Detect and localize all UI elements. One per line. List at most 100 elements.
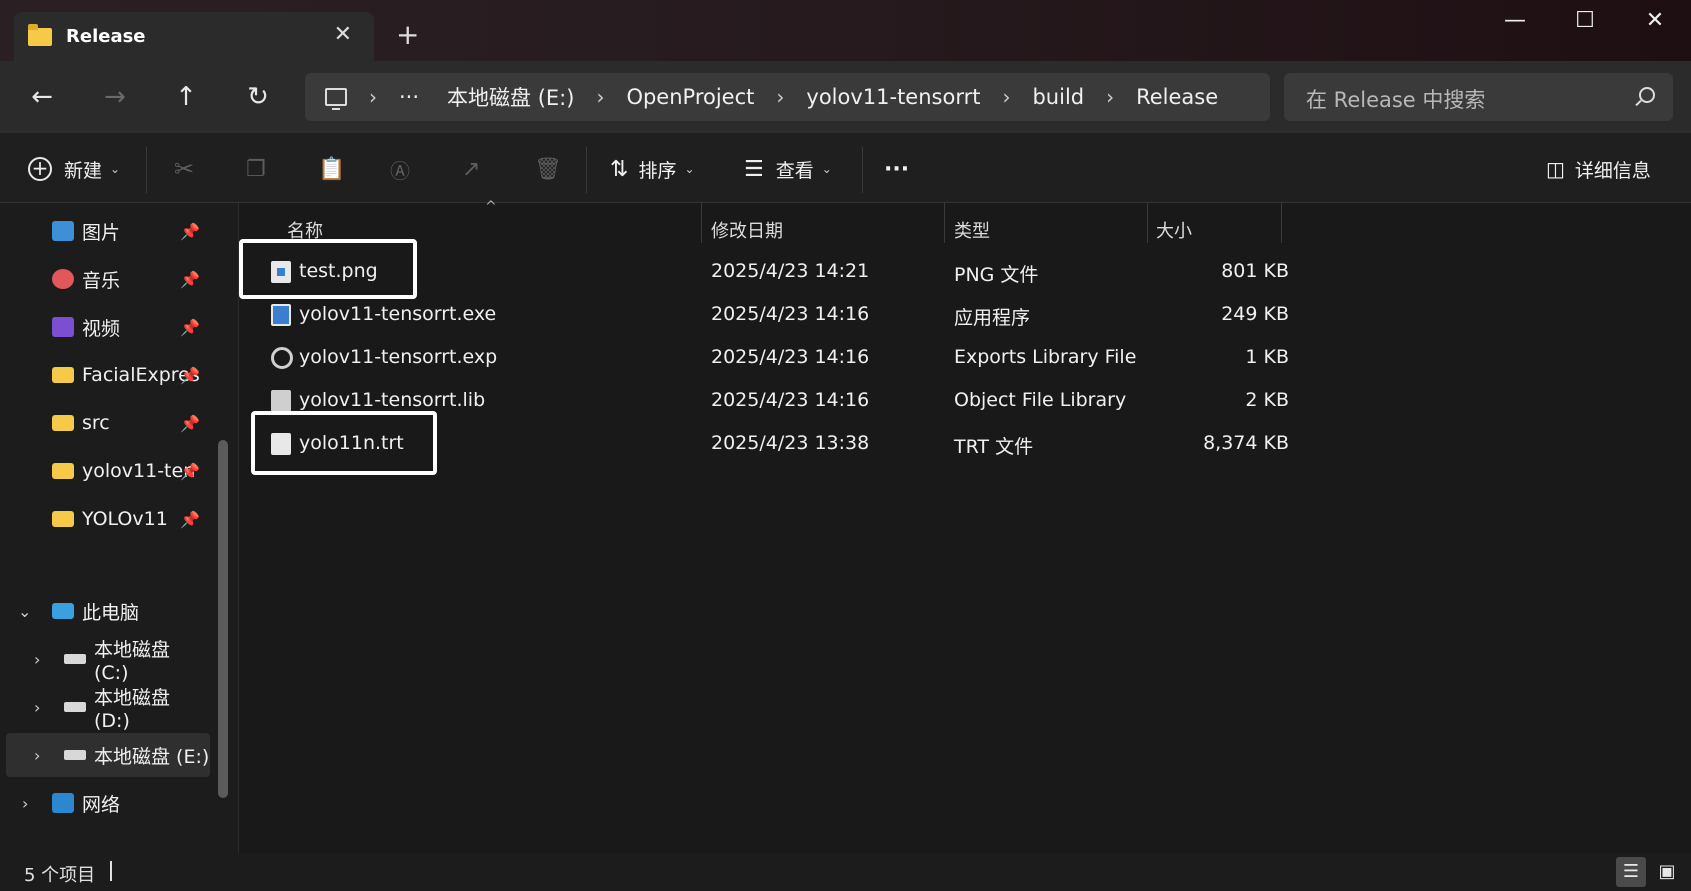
delete-icon[interactable]: 🗑 xyxy=(534,153,562,185)
column-date[interactable]: 修改日期 xyxy=(711,217,783,243)
sidebar-item-music[interactable]: 音乐 📌 xyxy=(6,257,210,301)
refresh-button[interactable]: ↻ xyxy=(238,77,278,117)
more-options-button[interactable]: ··· xyxy=(884,153,909,185)
sidebar-item-yolov11[interactable]: YOLOv11 📌 xyxy=(6,497,210,541)
paste-icon[interactable]: 📋 xyxy=(318,153,345,185)
file-date: 2025/4/23 14:16 xyxy=(711,303,870,325)
search-icon[interactable] xyxy=(1639,87,1655,103)
address-bar[interactable]: › ··· 本地磁盘 (E:) › OpenProject › yolov11-… xyxy=(305,73,1270,121)
breadcrumb-drive-e[interactable]: 本地磁盘 (E:) xyxy=(447,82,574,112)
file-type: TRT 文件 xyxy=(954,436,1034,458)
title-bar: Release ✕ + — ☐ ✕ xyxy=(0,0,1691,61)
copy-icon[interactable]: ❐ xyxy=(246,153,266,185)
status-bar: 5 个项目 ☰ ▣ xyxy=(0,853,1691,891)
sidebar-scrollbar[interactable] xyxy=(218,440,228,798)
sidebar-item-drive-d[interactable]: › 本地磁盘 (D:) xyxy=(6,685,210,732)
breadcrumb-release[interactable]: Release xyxy=(1136,85,1218,109)
folder-icon xyxy=(52,511,74,527)
sort-icon: ⇅ xyxy=(610,156,629,182)
up-button[interactable]: ↑ xyxy=(166,77,206,117)
sidebar-item-label: 本地磁盘 (D:) xyxy=(94,686,171,732)
file-size: 801 KB xyxy=(1221,260,1289,282)
breadcrumb-openproject[interactable]: OpenProject xyxy=(626,85,754,109)
chevron-right-icon[interactable]: › xyxy=(1106,85,1114,109)
pin-icon[interactable]: 📌 xyxy=(180,510,200,529)
chevron-right-icon[interactable]: › xyxy=(34,746,40,765)
chevron-right-icon[interactable]: › xyxy=(776,85,784,109)
sidebar-item-yolov11-ten[interactable]: yolov11-ten 📌 xyxy=(6,449,210,493)
close-window-button[interactable]: ✕ xyxy=(1630,8,1680,42)
tiles-view-icon: ▣ xyxy=(1658,861,1676,882)
file-size: 249 KB xyxy=(1221,303,1289,325)
details-view-button[interactable]: ☰ xyxy=(1616,857,1646,887)
folder-icon xyxy=(52,367,74,383)
chevron-right-icon[interactable]: › xyxy=(369,85,377,109)
chevron-right-icon[interactable]: › xyxy=(596,85,604,109)
chevron-right-icon[interactable]: › xyxy=(22,794,28,813)
sidebar-item-network[interactable]: › 网络 xyxy=(6,781,210,825)
file-type: Exports Library File xyxy=(954,346,1137,368)
close-tab-button[interactable]: ✕ xyxy=(334,22,352,47)
tiles-view-button[interactable]: ▣ xyxy=(1652,857,1682,887)
videos-icon xyxy=(52,317,74,337)
file-row-exp[interactable]: yolov11-tensorrt.exp 2025/4/23 14:16 Exp… xyxy=(239,338,1289,378)
back-button[interactable]: ← xyxy=(22,77,62,117)
file-size: 8,374 KB xyxy=(1203,432,1289,454)
tab-release[interactable]: Release ✕ xyxy=(14,12,374,61)
pin-icon[interactable]: 📌 xyxy=(180,318,200,337)
new-button[interactable]: + 新建 ⌄ xyxy=(28,153,120,185)
pin-icon[interactable]: 📌 xyxy=(180,414,200,433)
column-type[interactable]: 类型 xyxy=(954,217,990,243)
file-list: ^ 名称 修改日期 类型 大小 test.png 2025/4/23 14:21… xyxy=(238,199,1691,853)
breadcrumb-more[interactable]: ··· xyxy=(399,85,419,109)
file-size: 1 KB xyxy=(1245,346,1289,368)
chevron-right-icon[interactable]: › xyxy=(34,698,40,717)
breadcrumb-yolov11-tensorrt[interactable]: yolov11-tensorrt xyxy=(806,85,980,109)
sidebar-item-videos[interactable]: 视频 📌 xyxy=(6,305,210,349)
chevron-right-icon[interactable]: › xyxy=(1002,85,1010,109)
view-label: 查看 xyxy=(775,159,814,182)
details-pane-button[interactable]: ◫ 详细信息 xyxy=(1546,153,1651,185)
sort-ascending-icon: ^ xyxy=(485,199,497,215)
column-divider[interactable] xyxy=(1147,203,1148,243)
sidebar-item-pictures[interactable]: 图片 📌 xyxy=(6,209,210,253)
sidebar-item-label: src xyxy=(82,412,110,434)
sort-button[interactable]: ⇅ 排序 ⌄ xyxy=(610,153,695,185)
rename-icon[interactable]: Ⓐ xyxy=(390,153,410,185)
column-divider[interactable] xyxy=(1281,203,1282,243)
cut-icon[interactable]: ✂ xyxy=(174,153,194,185)
forward-button[interactable]: → xyxy=(95,77,135,117)
maximize-button[interactable]: ☐ xyxy=(1560,8,1610,42)
sidebar-item-src[interactable]: src 📌 xyxy=(6,401,210,445)
computer-icon[interactable] xyxy=(325,88,347,110)
exe-file-icon xyxy=(271,304,291,326)
pin-icon[interactable]: 📌 xyxy=(180,222,200,241)
share-icon[interactable]: ↗ xyxy=(462,153,480,185)
sidebar-item-this-pc[interactable]: ⌄ 此电脑 xyxy=(6,589,210,633)
sidebar-item-label: 视频 xyxy=(82,317,121,340)
column-divider[interactable] xyxy=(944,203,945,243)
new-tab-button[interactable]: + xyxy=(396,18,419,51)
sidebar-item-drive-e[interactable]: › 本地磁盘 (E:) xyxy=(6,733,210,777)
minimize-button[interactable]: — xyxy=(1490,8,1540,42)
view-button[interactable]: ☰ 查看 ⌄ xyxy=(744,153,832,185)
file-name: yolov11-tensorrt.exp xyxy=(299,346,498,368)
sidebar-item-label: 网络 xyxy=(82,793,121,816)
pin-icon[interactable]: 📌 xyxy=(180,462,200,481)
divider xyxy=(146,147,147,193)
tab-title: Release xyxy=(66,26,146,47)
pin-icon[interactable]: 📌 xyxy=(180,366,200,385)
item-count: 5 个项目 xyxy=(24,865,96,886)
sidebar-item-drive-c[interactable]: › 本地磁盘 (C:) xyxy=(6,637,210,684)
file-row-exe[interactable]: yolov11-tensorrt.exe 2025/4/23 14:16 应用程… xyxy=(239,295,1289,335)
breadcrumb-build[interactable]: build xyxy=(1032,85,1084,109)
column-divider[interactable] xyxy=(701,203,702,243)
file-name: yolov11-tensorrt.lib xyxy=(299,389,486,411)
chevron-down-icon[interactable]: ⌄ xyxy=(18,602,31,621)
sidebar-item-facialexpres[interactable]: FacialExpres 📌 xyxy=(6,353,210,397)
search-box[interactable]: 在 Release 中搜索 xyxy=(1284,73,1673,121)
chevron-right-icon[interactable]: › xyxy=(34,650,40,669)
file-type: Object File Library xyxy=(954,389,1127,411)
column-size[interactable]: 大小 xyxy=(1156,217,1192,243)
pin-icon[interactable]: 📌 xyxy=(180,270,200,289)
